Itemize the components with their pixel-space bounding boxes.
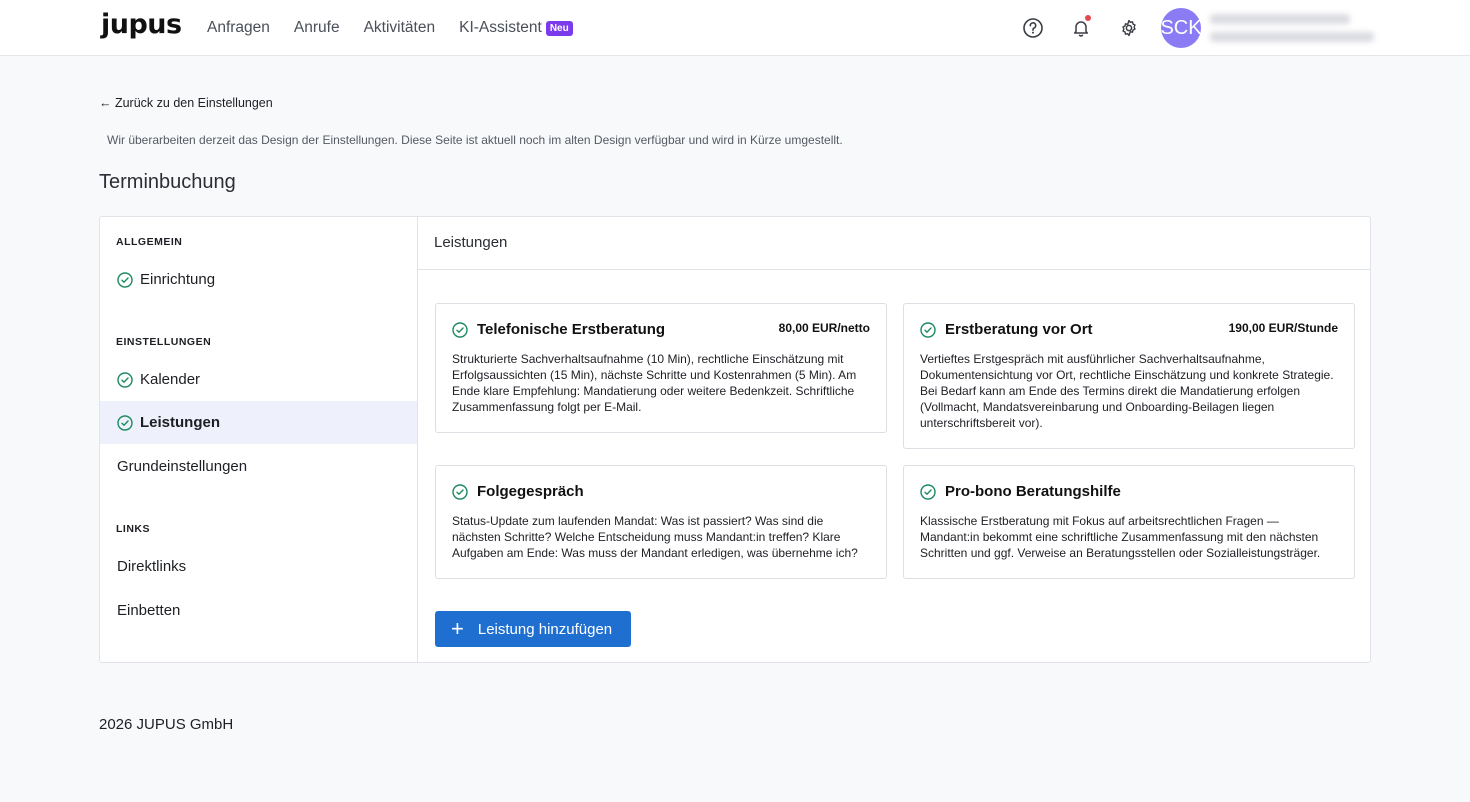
gear-icon[interactable]: [1117, 16, 1141, 40]
settings-sidebar: ALLGEMEIN Einrichtung EINSTELLUNGEN Kale…: [100, 217, 418, 662]
nav-ki-assistent-label: KI-Assistent: [459, 19, 542, 36]
footer-copyright: 2026 JUPUS GmbH: [99, 716, 234, 733]
sidebar-item-leistungen[interactable]: Leistungen: [100, 401, 417, 444]
back-to-settings-link[interactable]: ← Zurück zu den Einstellungen: [99, 96, 273, 110]
check-circle-icon: [117, 271, 133, 288]
nav-aktivitaeten[interactable]: Aktivitäten: [364, 19, 436, 37]
new-badge: Neu: [545, 20, 573, 36]
check-circle-icon: [452, 321, 468, 338]
service-description: Strukturierte Sachverhaltsaufnahme (10 M…: [452, 352, 857, 414]
sidebar-item-label: Kalender: [140, 371, 201, 388]
page-title: Terminbuchung: [99, 171, 236, 193]
service-title: Folgegespräch: [477, 483, 584, 500]
avatar[interactable]: SCK: [1160, 8, 1202, 48]
main-nav: Anfragen Anrufe Aktivitäten KI-Assistent…: [207, 19, 573, 37]
nav-anrufe[interactable]: Anrufe: [294, 19, 340, 37]
service-description: Vertieftes Erstgespräch mit ausführliche…: [920, 352, 1334, 430]
service-card[interactable]: Erstberatung vor Ort 190,00 EUR/Stunde V…: [903, 303, 1355, 449]
user-email-redacted: [1210, 32, 1374, 42]
add-service-button[interactable]: + Leistung hinzufügen: [435, 611, 631, 647]
sidebar-item-grundeinstellungen[interactable]: Grundeinstellungen: [100, 445, 417, 488]
section-label-einstellungen: EINSTELLUNGEN: [116, 336, 212, 348]
settings-panel: ALLGEMEIN Einrichtung EINSTELLUNGEN Kale…: [99, 216, 1371, 663]
check-circle-icon: [452, 483, 468, 500]
nav-ki-assistent[interactable]: KI-Assistent Neu: [459, 19, 573, 37]
bell-icon[interactable]: [1069, 15, 1093, 40]
section-label-links: LINKS: [116, 523, 150, 535]
service-description: Status-Update zum laufenden Mandat: Was …: [452, 514, 858, 560]
sidebar-item-einrichtung[interactable]: Einrichtung: [100, 258, 417, 301]
nav-aktivitaeten-label: Aktivitäten: [363, 19, 436, 36]
jupus-logo[interactable]: jupus: [101, 9, 182, 40]
sidebar-item-label: Direktlinks: [117, 558, 187, 575]
sidebar-item-label: Leistungen: [140, 414, 221, 431]
nav-anfragen[interactable]: Anfragen: [207, 19, 270, 37]
service-price: 80,00 EUR/netto: [778, 321, 870, 335]
sidebar-item-kalender[interactable]: Kalender: [100, 358, 417, 401]
content-title: Leistungen: [418, 217, 1370, 270]
plus-icon: +: [451, 616, 464, 641]
service-description: Klassische Erstberatung mit Fokus auf ar…: [920, 514, 1321, 560]
help-icon[interactable]: [1021, 16, 1045, 40]
sidebar-item-direktlinks[interactable]: Direktlinks: [100, 545, 417, 588]
service-title: Erstberatung vor Ort: [945, 321, 1093, 338]
redesign-notice: Wir überarbeiten derzeit das Design der …: [107, 133, 843, 147]
service-card[interactable]: Telefonische Erstberatung 80,00 EUR/nett…: [435, 303, 887, 433]
check-circle-icon: [117, 414, 133, 431]
section-label-allgemein: ALLGEMEIN: [116, 236, 183, 248]
service-card[interactable]: Pro-bono Beratungshilfe Klassische Erstb…: [903, 465, 1355, 579]
sidebar-item-label: Einbetten: [117, 602, 181, 619]
check-circle-icon: [920, 483, 936, 500]
nav-anrufe-label: Anrufe: [293, 19, 340, 36]
user-name-redacted: [1210, 14, 1350, 24]
nav-anfragen-label: Anfragen: [207, 19, 270, 36]
check-circle-icon: [117, 371, 133, 388]
service-price: 190,00 EUR/Stunde: [1228, 321, 1338, 335]
top-navbar: jupus Anfragen Anrufe Aktivitäten KI-Ass…: [0, 0, 1470, 56]
sidebar-item-label: Einrichtung: [140, 271, 216, 288]
sidebar-item-einbetten[interactable]: Einbetten: [100, 589, 417, 632]
add-service-label: Leistung hinzufügen: [477, 620, 613, 638]
notification-dot: [1085, 15, 1091, 21]
sidebar-item-label: Grundeinstellungen: [117, 458, 248, 475]
service-card[interactable]: Folgegespräch Status-Update zum laufende…: [435, 465, 887, 579]
check-circle-icon: [920, 321, 936, 338]
service-title: Pro-bono Beratungshilfe: [945, 483, 1121, 500]
service-title: Telefonische Erstberatung: [477, 321, 666, 338]
